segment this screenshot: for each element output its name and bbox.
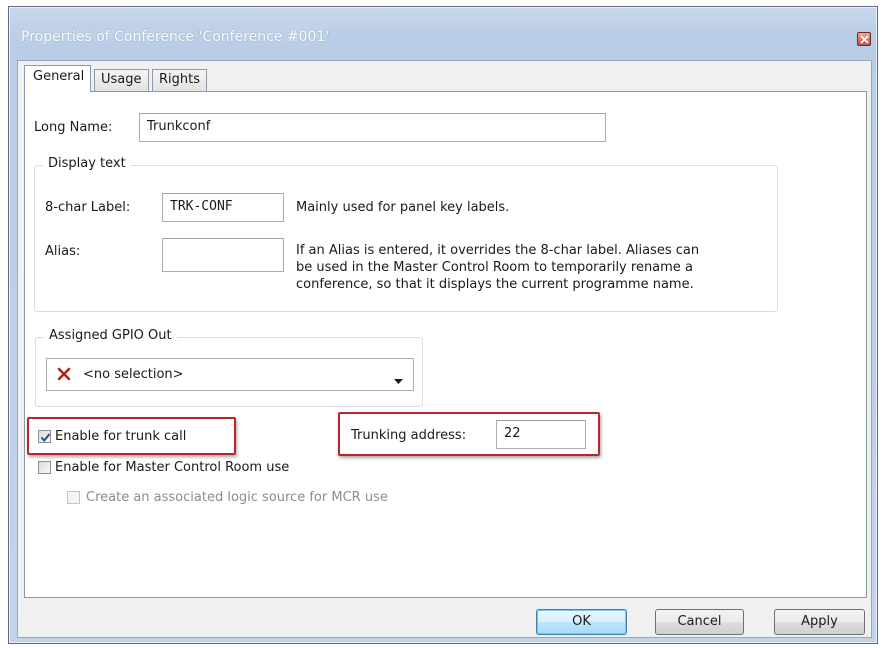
tab-general[interactable]: General: [24, 65, 92, 92]
display-text-group: Display text 8-char Label: TRK-CONF Main…: [34, 156, 778, 312]
window-title: Properties of Conference 'Conference #00…: [21, 29, 330, 45]
gpio-out-group-title: Assigned GPIO Out: [44, 328, 177, 343]
alias-hint-line-1: If an Alias is entered, it overrides the…: [296, 243, 700, 258]
trunking-address-input[interactable]: 22: [496, 420, 586, 449]
mcr-logic-source-label: Create an associated logic source for MC…: [86, 490, 388, 505]
general-tab-page: Long Name: Trunkconf Display text 8-char…: [24, 91, 867, 598]
red-x-icon: [57, 367, 71, 385]
chevron-down-icon[interactable]: [394, 373, 403, 388]
long-name-label: Long Name:: [34, 120, 113, 135]
display-text-group-title: Display text: [43, 156, 131, 171]
dialog-window: Properties of Conference 'Conference #00…: [8, 6, 878, 644]
gpio-out-selected-value: <no selection>: [83, 367, 184, 382]
mcr-logic-source-checkbox[interactable]: [67, 491, 80, 504]
tab-usage[interactable]: Usage: [94, 69, 149, 91]
eight-char-label-input[interactable]: TRK-CONF: [162, 193, 284, 222]
gpio-out-select[interactable]: <no selection>: [46, 358, 414, 391]
alias-input[interactable]: [162, 238, 284, 272]
apply-button[interactable]: Apply: [774, 609, 865, 635]
trunking-address-label: Trunking address:: [351, 428, 467, 443]
mcr-use-checkbox[interactable]: [38, 461, 51, 474]
tab-rights[interactable]: Rights: [152, 69, 208, 91]
ok-button[interactable]: OK: [536, 609, 627, 635]
long-name-input[interactable]: Trunkconf: [139, 113, 606, 142]
close-icon[interactable]: [857, 32, 871, 46]
trunk-call-checkbox[interactable]: [38, 430, 51, 443]
trunk-call-label[interactable]: Enable for trunk call: [55, 429, 186, 444]
eight-char-label-caption: 8-char Label:: [45, 200, 131, 215]
eight-char-label-hint: Mainly used for panel key labels.: [296, 200, 510, 215]
alias-caption: Alias:: [45, 244, 81, 259]
mcr-use-label[interactable]: Enable for Master Control Room use: [55, 460, 289, 475]
dialog-client: General Usage Rights Long Name: Trunkcon…: [17, 60, 872, 638]
alias-hint-line-3: conference, so that it displays the curr…: [296, 277, 694, 292]
alias-hint-line-2: be used in the Master Control Room to te…: [296, 260, 693, 275]
gpio-out-group: Assigned GPIO Out <no selection>: [35, 328, 423, 407]
cancel-button[interactable]: Cancel: [655, 609, 744, 635]
title-bar[interactable]: Properties of Conference 'Conference #00…: [9, 7, 877, 57]
